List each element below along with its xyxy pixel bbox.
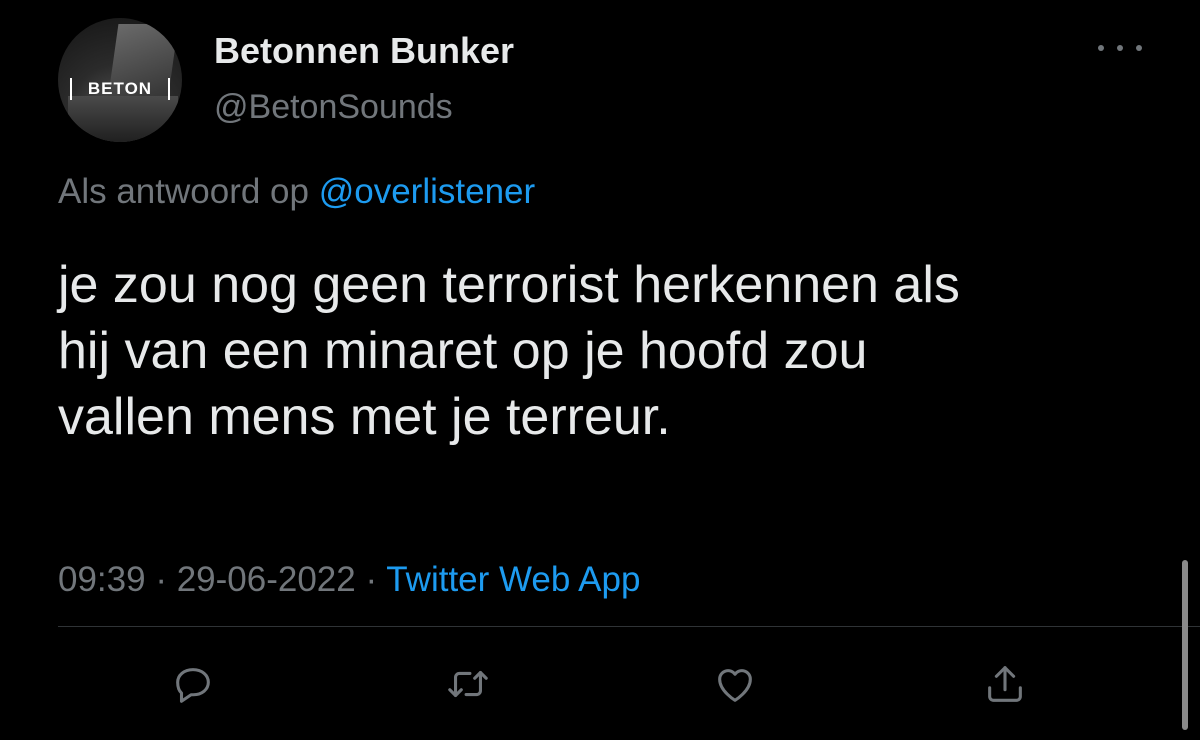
tweet-time[interactable]: 09:39 (58, 560, 146, 599)
like-icon (718, 669, 752, 702)
display-name[interactable]: Betonnen Bunker (214, 30, 514, 72)
retweet-button[interactable] (440, 656, 496, 712)
share-icon (988, 666, 1022, 702)
more-dot (1117, 45, 1123, 51)
reply-context: Als antwoord op @overlistener (58, 172, 535, 212)
tweet-line: je zou nog geen terrorist herkennen als (58, 256, 960, 314)
avatar[interactable]: BETON (58, 18, 182, 142)
more-options-icon[interactable] (1098, 36, 1142, 60)
beton-logo: BETON (70, 78, 170, 100)
user-handle[interactable]: @BetonSounds (214, 88, 453, 127)
tweet-source-link[interactable]: Twitter Web App (386, 560, 640, 599)
reply-icon (176, 668, 210, 703)
reply-button[interactable] (165, 656, 221, 712)
tweet-line: hij van een minaret op je hoofd zou (58, 322, 868, 380)
reply-mention-link[interactable]: @overlistener (319, 172, 535, 211)
divider (58, 626, 1200, 627)
avatar-concrete-floor (68, 96, 178, 142)
share-button[interactable] (977, 656, 1033, 712)
like-button[interactable] (707, 656, 763, 712)
meta-separator: · (145, 560, 177, 599)
retweet-icon (448, 670, 488, 698)
tweet-meta: 09:39 · 29-06-2022 · Twitter Web App (58, 560, 640, 600)
more-dot (1098, 45, 1104, 51)
meta-separator: · (355, 560, 387, 599)
scrollbar[interactable] (1182, 560, 1188, 730)
tweet-line: vallen mens met je terreur. (58, 388, 671, 446)
tweet-date[interactable]: 29-06-2022 (177, 560, 356, 599)
reply-prefix: Als antwoord op (58, 172, 319, 211)
more-dot (1136, 45, 1142, 51)
tweet-text: je zou nog geen terrorist herkennen als … (58, 252, 1158, 450)
